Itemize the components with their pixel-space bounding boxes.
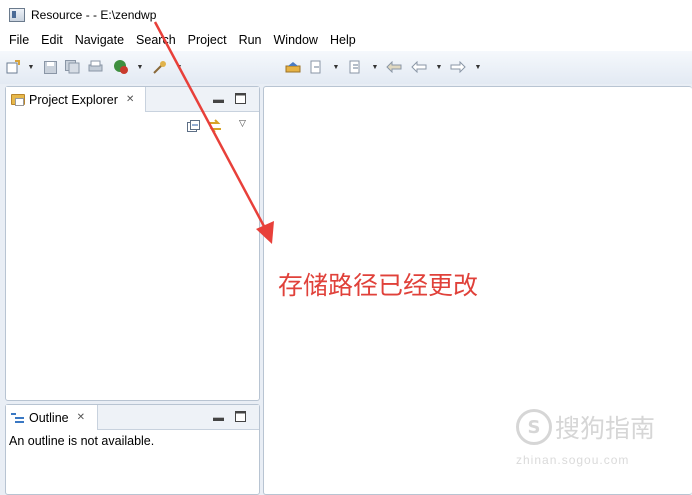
title-bar: Resource - - E:\zendwp bbox=[0, 0, 692, 30]
view-menu-icon[interactable]: ▽ bbox=[239, 117, 246, 129]
back-arrow-icon[interactable] bbox=[411, 59, 427, 75]
collapse-all-icon[interactable] bbox=[187, 120, 200, 136]
chevron-down-icon[interactable]: ▼ bbox=[371, 59, 379, 75]
outline-icon bbox=[11, 412, 25, 424]
menu-help[interactable]: Help bbox=[324, 30, 362, 50]
eclipse-window-icon bbox=[9, 8, 25, 22]
project-explorer-panel: Project Explorer ✕ ▬ ▽ bbox=[5, 86, 260, 401]
chevron-down-icon[interactable]: ▼ bbox=[175, 59, 183, 75]
run-server-icon[interactable] bbox=[113, 59, 129, 75]
watermark-logo: S 搜狗指南 bbox=[516, 409, 655, 445]
main-toolbar: ▼ ▼ ▼ ▼ ▼ ▼ ▼ bbox=[0, 51, 692, 85]
menu-window[interactable]: Window bbox=[268, 30, 324, 50]
save-all-icon[interactable] bbox=[64, 59, 80, 75]
new-wizard-icon[interactable] bbox=[5, 59, 21, 75]
open-type-icon[interactable] bbox=[285, 59, 301, 75]
annotation-next-icon[interactable] bbox=[308, 59, 324, 75]
menu-bar: File Edit Navigate Search Project Run Wi… bbox=[0, 30, 692, 50]
menu-project[interactable]: Project bbox=[182, 30, 233, 50]
menu-navigate[interactable]: Navigate bbox=[69, 30, 130, 50]
window-title: Resource - - E:\zendwp bbox=[31, 8, 157, 22]
forward-arrow-icon[interactable] bbox=[450, 59, 466, 75]
outline-empty-message: An outline is not available. bbox=[9, 434, 155, 448]
external-tools-icon[interactable] bbox=[152, 59, 168, 75]
maximize-icon[interactable] bbox=[235, 93, 246, 107]
chevron-down-icon[interactable]: ▼ bbox=[332, 59, 340, 75]
close-icon[interactable]: ✕ bbox=[77, 412, 85, 423]
watermark-brand: 搜狗指南 bbox=[555, 414, 656, 443]
menu-run[interactable]: Run bbox=[233, 30, 268, 50]
project-explorer-label: Project Explorer bbox=[29, 92, 118, 107]
outline-label: Outline bbox=[29, 410, 69, 425]
link-with-editor-icon[interactable] bbox=[207, 119, 223, 136]
annotation-previous-icon[interactable] bbox=[347, 59, 363, 75]
sogou-logo-icon: S bbox=[516, 409, 552, 445]
print-icon[interactable] bbox=[87, 59, 103, 75]
chevron-down-icon[interactable]: ▼ bbox=[474, 59, 482, 75]
project-explorer-icon bbox=[11, 94, 25, 106]
chevron-down-icon[interactable]: ▼ bbox=[27, 59, 35, 75]
save-icon[interactable] bbox=[42, 59, 58, 75]
chevron-down-icon[interactable]: ▼ bbox=[136, 59, 144, 75]
menu-edit[interactable]: Edit bbox=[35, 30, 69, 50]
outline-panel: Outline ✕ ▬ An outline is not available. bbox=[5, 404, 260, 495]
close-icon[interactable]: ✕ bbox=[126, 94, 134, 105]
tab-outline[interactable]: Outline ✕ bbox=[6, 405, 98, 430]
minimize-icon[interactable]: ▬ bbox=[213, 94, 224, 106]
chevron-down-icon[interactable]: ▼ bbox=[435, 59, 443, 75]
watermark-url: zhinan.sogou.com bbox=[516, 453, 630, 467]
annotation-text: 存储路径已经更改 bbox=[278, 271, 479, 300]
tab-project-explorer[interactable]: Project Explorer ✕ bbox=[6, 87, 146, 112]
last-edit-location-icon[interactable] bbox=[386, 59, 402, 75]
minimize-icon[interactable]: ▬ bbox=[213, 412, 224, 424]
menu-file[interactable]: File bbox=[0, 30, 35, 50]
maximize-icon[interactable] bbox=[235, 411, 246, 425]
menu-search[interactable]: Search bbox=[130, 30, 182, 50]
